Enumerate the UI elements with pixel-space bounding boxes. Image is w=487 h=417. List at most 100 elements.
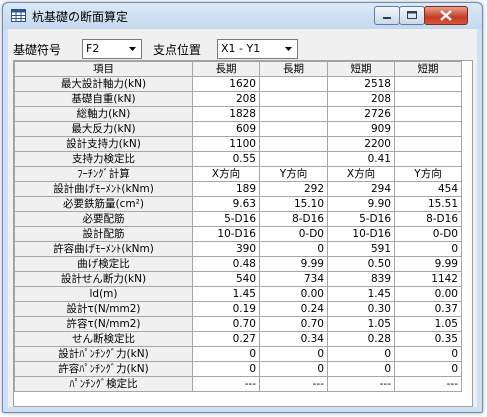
table-cell[interactable]: 390 — [192, 241, 260, 257]
table-cell[interactable]: 609 — [192, 121, 260, 137]
table-cell[interactable]: 591 — [327, 241, 395, 257]
title-bar[interactable]: 杭基礎の断面算定 — [3, 3, 482, 29]
table-row: 最大設計軸力(kN) 1620 2518 — [14, 76, 462, 92]
table-cell[interactable] — [259, 106, 328, 122]
table-cell[interactable] — [259, 121, 328, 137]
table-cell[interactable]: 0.55 — [192, 151, 260, 167]
table-cell[interactable]: --- — [192, 376, 260, 392]
table-cell[interactable]: --- — [327, 376, 395, 392]
table-cell[interactable]: 0.00 — [259, 286, 328, 302]
row-label: 設計配筋 — [14, 226, 193, 242]
table-cell[interactable]: 734 — [259, 271, 328, 287]
table-cell[interactable]: 189 — [192, 181, 260, 197]
table-cell[interactable]: 1142 — [394, 271, 462, 287]
table-cell[interactable]: 15.10 — [259, 196, 328, 212]
table-cell[interactable]: 0 — [259, 241, 328, 257]
table-cell[interactable]: 0 — [259, 346, 328, 362]
table-cell[interactable]: 0.00 — [394, 286, 462, 302]
table-cell[interactable]: 1.05 — [394, 316, 462, 332]
table-cell[interactable]: 8-D16 — [394, 211, 462, 227]
table-cell[interactable]: 10-D16 — [192, 226, 260, 242]
table-cell[interactable]: --- — [259, 376, 328, 392]
table-cell[interactable]: 0.50 — [327, 256, 395, 272]
table-cell[interactable]: 0 — [394, 361, 462, 377]
table-cell[interactable]: 0 — [394, 241, 462, 257]
maximize-button[interactable] — [399, 6, 425, 25]
row-label: 設計τ(N/mm2) — [14, 301, 193, 317]
table-cell[interactable]: 0.70 — [192, 316, 260, 332]
table-cell[interactable]: 2726 — [327, 106, 395, 122]
table-cell[interactable]: 1100 — [192, 136, 260, 152]
table-cell[interactable] — [394, 106, 462, 122]
table-cell[interactable]: 0 — [192, 361, 260, 377]
table-cell[interactable]: 8-D16 — [259, 211, 328, 227]
table-cell[interactable]: 0.27 — [192, 331, 260, 347]
table-cell[interactable]: 0 — [327, 346, 395, 362]
table-cell[interactable]: 0 — [259, 361, 328, 377]
table-cell[interactable]: 0.37 — [394, 301, 462, 317]
table-cell[interactable]: 0.19 — [192, 301, 260, 317]
table-cell[interactable] — [259, 76, 328, 92]
close-button[interactable] — [424, 6, 468, 25]
table-cell[interactable]: 9.90 — [327, 196, 395, 212]
table-cell[interactable] — [259, 136, 328, 152]
table-cell[interactable]: 1828 — [192, 106, 260, 122]
table-cell[interactable]: 208 — [192, 91, 260, 107]
table-cell[interactable]: 15.51 — [394, 196, 462, 212]
table-cell[interactable]: X方向 — [327, 166, 395, 182]
table-cell[interactable]: 1.45 — [327, 286, 395, 302]
table-cell[interactable]: 839 — [327, 271, 395, 287]
foundation-select[interactable]: F2 — [82, 39, 142, 59]
table-cell[interactable]: 9.63 — [192, 196, 260, 212]
table-cell[interactable]: 1620 — [192, 76, 260, 92]
table-cell[interactable]: 0.70 — [259, 316, 328, 332]
table-cell[interactable]: 2200 — [327, 136, 395, 152]
minimize-button[interactable] — [374, 6, 400, 25]
table-cell[interactable]: 9.99 — [394, 256, 462, 272]
table-cell[interactable]: 9.99 — [259, 256, 328, 272]
table-cell[interactable]: 909 — [327, 121, 395, 137]
row-label: 最大反力(kN) — [14, 121, 193, 137]
row-label: 支持力検定比 — [14, 151, 193, 167]
table-cell[interactable]: 0.30 — [327, 301, 395, 317]
table-cell[interactable]: 0 — [192, 346, 260, 362]
table-cell[interactable]: 292 — [259, 181, 328, 197]
table-cell[interactable]: 5-D16 — [327, 211, 395, 227]
table-cell[interactable]: 540 — [192, 271, 260, 287]
table-cell[interactable]: 0 — [394, 346, 462, 362]
table-cell[interactable]: 0.41 — [327, 151, 395, 167]
table-cell[interactable]: 454 — [394, 181, 462, 197]
results-grid[interactable]: 項目 長期 長期 短期 短期 最大設計軸力(kN) 1620 2518 基礎自重(kN… — [13, 60, 473, 407]
support-select[interactable]: X1 - Y1 — [217, 39, 298, 59]
table-cell[interactable]: 208 — [327, 91, 395, 107]
table-cell[interactable] — [259, 91, 328, 107]
table-cell[interactable] — [394, 136, 462, 152]
table-cell[interactable]: 1.05 — [327, 316, 395, 332]
table-cell[interactable]: 5-D16 — [192, 211, 260, 227]
table-cell[interactable]: 294 — [327, 181, 395, 197]
chevron-down-icon — [129, 47, 136, 51]
table-cell[interactable]: Y方向 — [259, 166, 328, 182]
table-cell[interactable]: 0.34 — [259, 331, 328, 347]
table-cell[interactable]: 0.35 — [394, 331, 462, 347]
table-cell[interactable]: Y方向 — [394, 166, 462, 182]
table-cell[interactable]: 0-D0 — [259, 226, 328, 242]
table-cell[interactable]: 10-D16 — [327, 226, 395, 242]
table-cell[interactable] — [259, 151, 328, 167]
table-cell[interactable]: 0.28 — [327, 331, 395, 347]
table-cell[interactable]: X方向 — [192, 166, 260, 182]
table-cell[interactable]: 1.45 — [192, 286, 260, 302]
table-cell[interactable] — [394, 121, 462, 137]
row-label: 設計せん断力(kN) — [14, 271, 193, 287]
table-cell[interactable]: --- — [394, 376, 462, 392]
table-cell[interactable]: 0-D0 — [394, 226, 462, 242]
row-label: 最大設計軸力(kN) — [14, 76, 193, 92]
row-label: 必要鉄筋量(cm²) — [14, 196, 193, 212]
table-cell[interactable]: 0.48 — [192, 256, 260, 272]
table-cell[interactable] — [394, 151, 462, 167]
table-cell[interactable]: 0 — [327, 361, 395, 377]
table-cell[interactable] — [394, 91, 462, 107]
table-cell[interactable]: 0.24 — [259, 301, 328, 317]
table-cell[interactable]: 2518 — [327, 76, 395, 92]
table-cell[interactable] — [394, 76, 462, 92]
